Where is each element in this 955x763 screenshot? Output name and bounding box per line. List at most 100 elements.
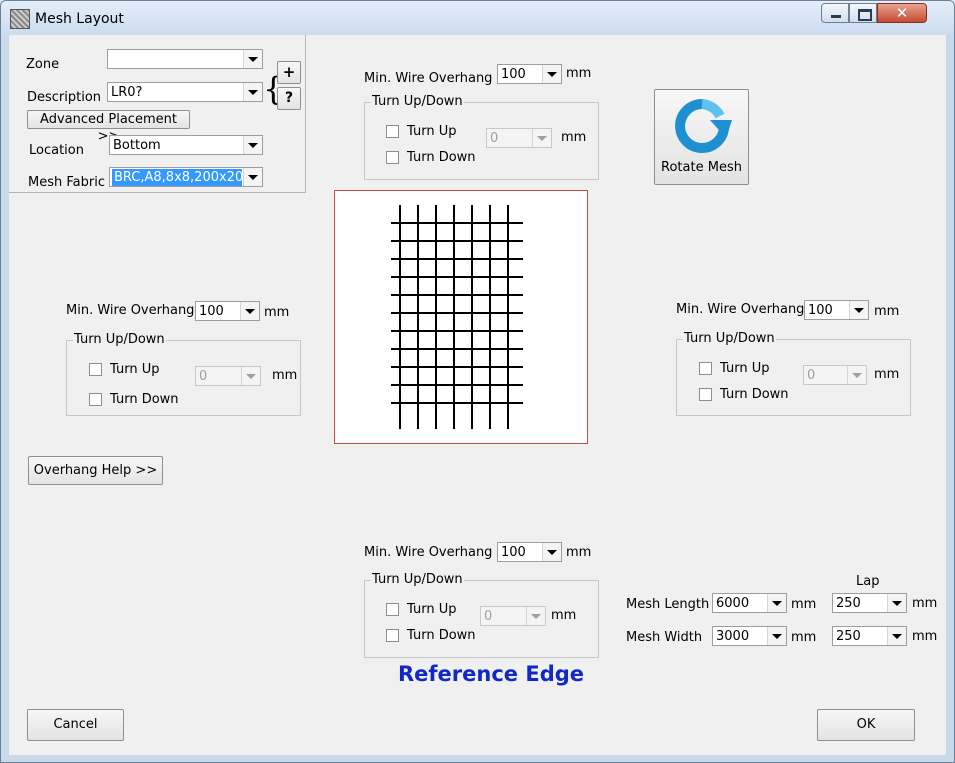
mesh-width-lap-unit: mm <box>912 629 938 644</box>
left-turn-group: Turn Up/Down Turn Up Turn Down 0 mm <box>66 332 301 416</box>
bottom-turn-combo[interactable]: 0 <box>480 606 546 626</box>
left-overhang-value: 100 <box>199 304 224 319</box>
right-turn-down-label: Turn Down <box>720 387 789 402</box>
description-combo[interactable]: LR0? <box>107 82 263 102</box>
mesh-width-lap-combo[interactable]: 250 <box>832 626 907 646</box>
chevron-down-icon[interactable] <box>767 627 786 645</box>
overhang-help-button[interactable]: Overhang Help >> <box>28 456 163 485</box>
left-turn-group-label: Turn Up/Down <box>73 332 166 347</box>
cancel-button[interactable]: Cancel <box>27 709 124 741</box>
top-turn-combo[interactable]: 0 <box>486 128 552 148</box>
top-turn-up-label: Turn Up <box>407 124 457 139</box>
zone-combo[interactable] <box>107 49 263 69</box>
top-turn-group: Turn Up/Down Turn Up Turn Down 0 mm <box>364 94 599 180</box>
right-overhang-unit: mm <box>874 304 900 319</box>
right-turn-up-checkbox[interactable] <box>699 362 712 375</box>
top-turn-down-checkbox[interactable] <box>386 151 399 164</box>
left-overhang-label: Min. Wire Overhang <box>66 303 195 318</box>
left-turn-unit: mm <box>272 368 298 383</box>
top-turn-value: 0 <box>490 131 499 146</box>
chevron-down-icon[interactable] <box>767 594 786 612</box>
mesh-width-combo[interactable]: 3000 <box>712 626 787 646</box>
mesh-grid-drawing <box>391 205 523 429</box>
rotate-mesh-button[interactable]: Rotate Mesh <box>654 89 749 185</box>
right-turn-down-checkbox[interactable] <box>699 388 712 401</box>
mesh-width-unit: mm <box>791 630 817 645</box>
bottom-turn-group-label: Turn Up/Down <box>371 572 464 587</box>
chevron-down-icon[interactable] <box>243 136 262 154</box>
chevron-down-icon[interactable] <box>887 594 906 612</box>
mesh-app-icon <box>10 9 30 29</box>
left-turn-value: 0 <box>199 369 208 384</box>
description-value: LR0? <box>111 85 143 100</box>
bottom-turn-value: 0 <box>484 609 493 624</box>
mesh-width-label: Mesh Width <box>626 630 703 645</box>
top-turn-unit: mm <box>561 130 587 145</box>
bottom-turn-up-label: Turn Up <box>407 602 457 617</box>
right-turn-group: Turn Up/Down Turn Up Turn Down 0 mm <box>676 331 911 416</box>
bottom-turn-down-label: Turn Down <box>407 628 476 643</box>
reference-edge-label: Reference Edge <box>398 662 584 686</box>
bottom-overhang-value: 100 <box>501 545 526 560</box>
chevron-down-icon[interactable] <box>847 366 866 384</box>
close-icon: ✕ <box>895 4 909 22</box>
bottom-turn-unit: mm <box>551 608 577 623</box>
ok-button[interactable]: OK <box>817 709 915 741</box>
mesh-length-lap-combo[interactable]: 250 <box>832 593 907 613</box>
chevron-down-icon[interactable] <box>241 367 260 385</box>
mesh-length-value: 6000 <box>716 596 750 611</box>
advanced-placement-button[interactable]: Advanced Placement >> <box>27 110 190 144</box>
mesh-layout-window: Mesh Layout ✕ Zone Description LR0? { + … <box>0 0 955 763</box>
chevron-down-icon[interactable] <box>887 627 906 645</box>
mesh-width-value: 3000 <box>716 629 750 644</box>
chevron-down-icon[interactable] <box>542 543 561 561</box>
mesh-fabric-label: Mesh Fabric <box>28 175 105 190</box>
mesh-length-lap-value: 250 <box>836 596 861 611</box>
chevron-down-icon[interactable] <box>243 168 262 186</box>
top-turn-group-label: Turn Up/Down <box>371 94 464 109</box>
window-title: Mesh Layout <box>35 11 124 27</box>
lap-label: Lap <box>856 574 880 589</box>
chevron-down-icon[interactable] <box>532 129 551 147</box>
left-turn-combo[interactable]: 0 <box>195 366 261 386</box>
close-button[interactable]: ✕ <box>877 3 927 23</box>
maximize-button[interactable] <box>849 3 877 23</box>
mesh-fabric-combo[interactable]: BRC,A8,8x8,200x200 <box>109 167 263 187</box>
left-overhang-combo[interactable]: 100 <box>195 301 260 321</box>
chevron-down-icon[interactable] <box>849 301 868 319</box>
location-combo[interactable]: Bottom <box>109 135 263 155</box>
left-turn-up-checkbox[interactable] <box>89 363 102 376</box>
chevron-down-icon[interactable] <box>240 302 259 320</box>
dialog-client-area: Zone Description LR0? { + ? Advanced Pla… <box>9 35 946 755</box>
right-turn-value: 0 <box>807 368 816 383</box>
mesh-length-label: Mesh Length <box>626 597 710 612</box>
bottom-turn-up-checkbox[interactable] <box>386 603 399 616</box>
title-bar[interactable]: Mesh Layout ✕ <box>1 1 954 35</box>
right-overhang-value: 100 <box>808 303 833 318</box>
description-label: Description <box>27 90 102 105</box>
chevron-down-icon[interactable] <box>243 83 262 101</box>
placement-panel: Zone Description LR0? { + ? Advanced Pla… <box>9 35 306 193</box>
add-description-button[interactable]: + <box>277 61 301 84</box>
right-turn-group-label: Turn Up/Down <box>683 331 776 346</box>
chevron-down-icon[interactable] <box>542 65 561 83</box>
chevron-down-icon[interactable] <box>526 607 545 625</box>
top-turn-up-checkbox[interactable] <box>386 125 399 138</box>
right-turn-combo[interactable]: 0 <box>803 365 867 385</box>
bottom-overhang-unit: mm <box>566 545 592 560</box>
left-overhang-unit: mm <box>264 305 290 320</box>
mesh-length-combo[interactable]: 6000 <box>712 593 787 613</box>
top-overhang-combo[interactable]: 100 <box>497 64 562 84</box>
location-value: Bottom <box>113 138 161 153</box>
left-turn-down-checkbox[interactable] <box>89 393 102 406</box>
minimize-button[interactable] <box>821 3 849 23</box>
bottom-overhang-label: Min. Wire Overhang <box>364 545 493 560</box>
bottom-turn-down-checkbox[interactable] <box>386 629 399 642</box>
mesh-length-unit: mm <box>791 597 817 612</box>
chevron-down-icon[interactable] <box>243 50 262 68</box>
description-help-button[interactable]: ? <box>277 87 301 110</box>
mesh-width-lap-value: 250 <box>836 629 861 644</box>
bottom-overhang-combo[interactable]: 100 <box>497 542 562 562</box>
right-overhang-combo[interactable]: 100 <box>804 300 869 320</box>
bottom-turn-group: Turn Up/Down Turn Up Turn Down 0 mm <box>364 572 599 658</box>
